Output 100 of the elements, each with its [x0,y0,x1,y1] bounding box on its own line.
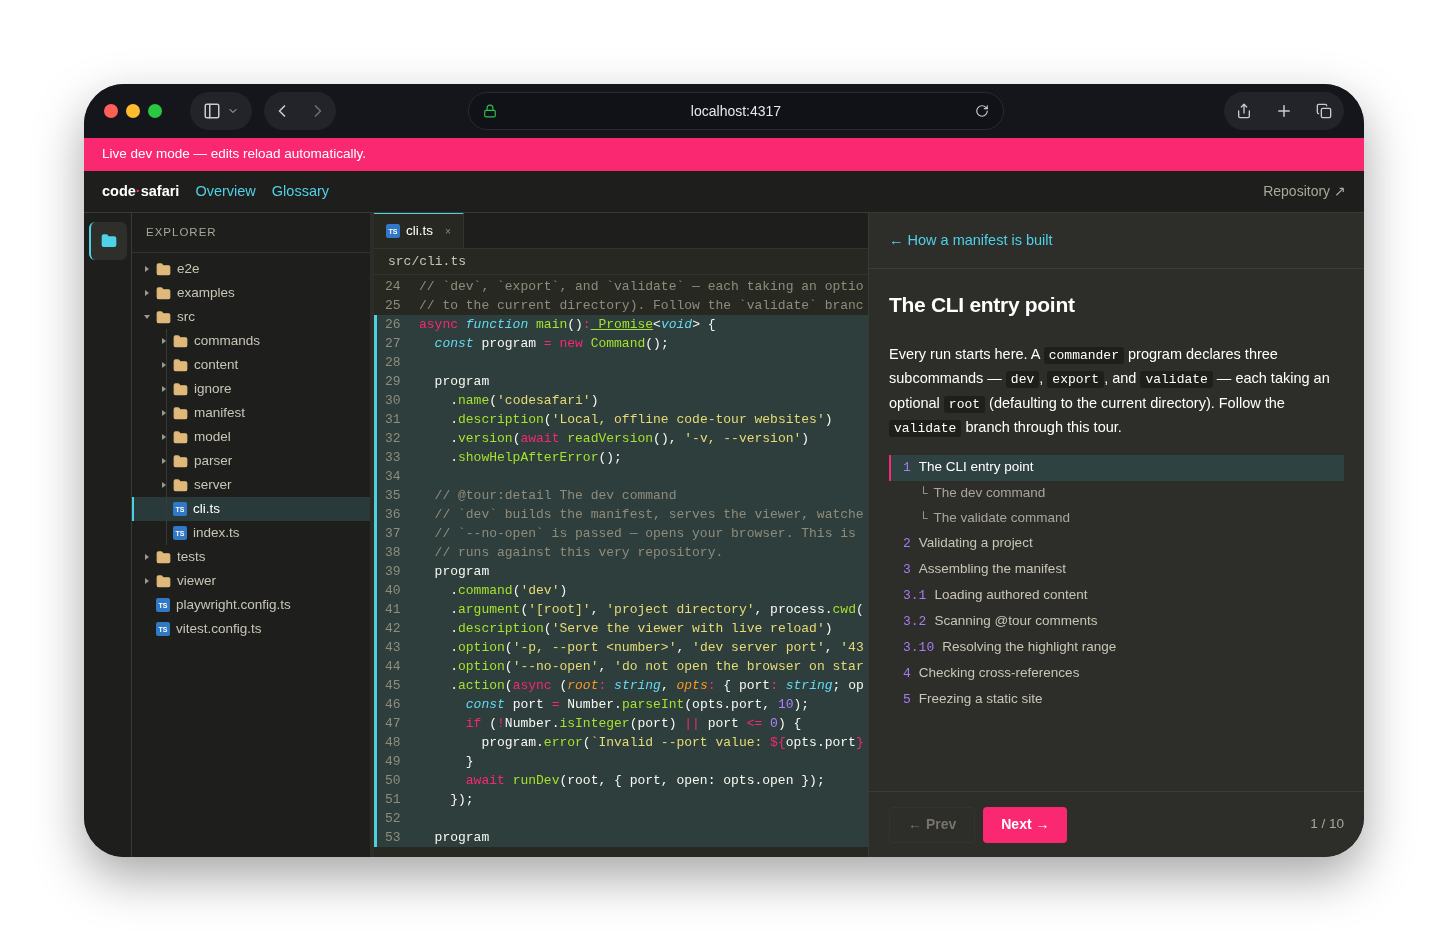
code-text: // `--no-open` is passed — opens your browser. This is [433,524,856,543]
repository-link[interactable]: Repository ↗ [1263,181,1346,202]
code-text: async function main(): Promise<void> { [419,315,716,334]
step-number: 1 [903,458,911,477]
file-name: playwright.config.ts [176,595,291,614]
minimize-button[interactable] [126,104,140,118]
tab-close-button[interactable]: × [445,223,451,239]
line-number: 50 [384,771,402,790]
line-number: 37 [384,524,402,543]
line-number: 47 [384,714,402,733]
step-label: Scanning @tour comments [934,612,1098,631]
line-number: 45 [384,676,402,695]
code-text: program [433,372,490,391]
explorer-title: EXPLORER [146,224,217,240]
folder-item[interactable]: server [132,473,370,497]
step-label: Resolving the highlight range [942,638,1117,657]
url-text: localhost:4317 [689,101,783,121]
code-text: .showHelpAfterError(); [449,448,622,467]
code-text: // to the current directory). Follow the `validate` branc [419,296,864,315]
step-label: The CLI entry point [918,458,1034,477]
folder-icon [156,549,171,565]
folder-item[interactable]: model [132,425,370,449]
code-text: const port = Number.parseInt(opts.port, 10); [464,695,810,714]
line-number: 33 [384,448,402,467]
step-label: Checking cross-references [918,664,1080,683]
line-number: 30 [384,391,402,410]
step-item[interactable]: 3 Assembling the manifest [889,556,1344,583]
folder-item[interactable]: commands [132,329,370,353]
sub-step-item[interactable]: └ The validate command [889,505,1344,531]
code-text: // `dev` builds the manifest, serves the viewer, watche [433,505,864,524]
file-name: viewer [177,571,216,590]
sub-step-item[interactable]: └ The dev command [889,480,1344,506]
step-item[interactable]: 3.1 Loading authored content [889,582,1344,609]
folder-item[interactable]: content [132,353,370,377]
line-number: 52 [384,809,402,828]
share-icon[interactable] [1235,103,1252,119]
banner-text: Live dev mode — edits reload automatically. [102,145,366,164]
folder-item[interactable]: parser [132,449,370,473]
file-name: ignore [194,379,232,398]
code-text: .argument('[root]', 'project directory', process.cwd( [449,600,864,619]
step-label: Validating a project [918,534,1033,553]
line-number: 29 [384,372,402,391]
folder-item[interactable]: e2e [132,257,370,281]
sidebar-toggle-button[interactable] [190,92,252,130]
code-text: // `dev`, `export`, and `validate` — each taking an optio [419,277,864,296]
code-text: }); [449,790,474,809]
tabs-icon[interactable] [1316,103,1333,119]
step-item[interactable]: 5 Freezing a static site [889,686,1344,713]
line-number: 51 [384,790,402,809]
file-name: cli.ts [193,499,220,518]
folder-icon [173,333,188,349]
folder-item[interactable]: src [132,305,370,329]
code-text: program.error(`Invalid --port value: ${opts.port} [480,733,864,752]
code-text: .command('dev') [449,581,568,600]
new-tab-icon[interactable] [1275,102,1293,120]
sub-step-label: The validate command [933,508,1071,527]
step-counter: 1 / 10 [1310,815,1344,834]
reload-icon[interactable] [975,104,989,118]
step-item[interactable]: 1 The CLI entry point [889,454,1344,481]
line-number: 53 [384,828,402,847]
code-text: // runs against this very repository. [433,543,724,562]
folder-icon [173,429,188,445]
tab-label: cli.ts [406,221,433,240]
step-item[interactable]: 3.2 Scanning @tour comments [889,608,1344,635]
file-name: src [177,307,195,326]
code-text: .description('Serve the viewer with live reload') [449,619,833,638]
step-number: 3.10 [903,638,935,657]
line-number: 24 [384,277,402,296]
line-number: 26 [384,315,402,334]
step-item[interactable]: 4 Checking cross-references [889,660,1344,687]
folder-item[interactable]: examples [132,281,370,305]
explorer-button[interactable] [88,222,127,260]
file-name: e2e [177,259,200,278]
code-text: .description('Local, offline code-tour websites') [449,410,833,429]
step-title: The CLI entry point [889,292,1076,318]
nav-link[interactable]: Glossary [271,180,330,203]
sub-step-label: The dev command [933,483,1046,502]
folder-item[interactable]: tests [132,545,370,569]
file-name: vitest.config.ts [176,619,262,638]
brand-logo[interactable]: code·safari [102,180,180,203]
code-text: .version(await readVersion(), '-v, --version') [449,429,810,448]
code-text: // @tour:detail The dev command [433,486,677,505]
back-link[interactable]: ← How a manifest is built [889,229,1053,252]
folder-item[interactable]: ignore [132,377,370,401]
line-number: 44 [384,657,402,676]
step-item[interactable]: 3.10 Resolving the highlight range [889,634,1344,661]
close-button[interactable] [104,104,118,118]
line-number: 40 [384,581,402,600]
line-number: 39 [384,562,402,581]
folder-item[interactable]: viewer [132,569,370,593]
file-name: tests [177,547,206,566]
line-number: 28 [384,353,402,372]
next-button[interactable]: Next → [983,806,1068,843]
address-bar[interactable]: localhost:4317 [468,92,1004,130]
code-text: const program = new Command(); [433,334,669,353]
folder-item[interactable]: manifest [132,401,370,425]
nav-link[interactable]: Overview [195,180,256,203]
code-text: .option('-p, --port <number>', 'dev server port', '43 [449,638,864,657]
step-item[interactable]: 2 Validating a project [889,530,1344,557]
maximize-button[interactable] [148,104,162,118]
